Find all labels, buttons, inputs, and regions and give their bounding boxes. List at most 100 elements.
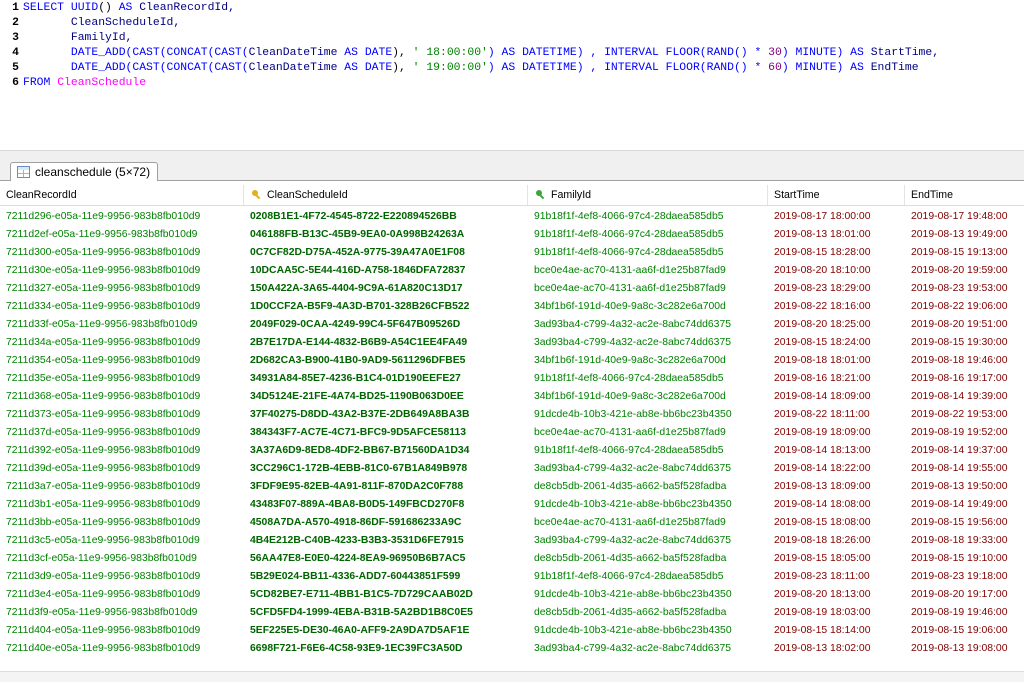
cell-familyid[interactable]: de8cb5db-2061-4d35-a662-ba5f528fadba — [528, 478, 768, 496]
cell-familyid[interactable]: 34bf1b6f-191d-40e9-9a8c-3c282e6a700d — [528, 352, 768, 370]
cell-starttime[interactable]: 2019-08-13 18:09:00 — [768, 478, 905, 496]
cell-cleanscheduleid[interactable]: 2D682CA3-B900-41B0-9AD9-5611296DFBE5 — [244, 352, 528, 370]
tab-cleanschedule-result[interactable]: cleanschedule (5×72) — [10, 162, 158, 181]
cell-cleanscheduleid[interactable]: 34D5124E-21FE-4A74-BD25-1190B063D0EE — [244, 388, 528, 406]
table-row[interactable]: 7211d368-e05a-11e9-9956-983b8fb010d9 34D5… — [0, 388, 1024, 406]
column-header-endtime[interactable]: EndTime — [905, 185, 1024, 205]
cell-familyid[interactable]: 91dcde4b-10b3-421e-ab8e-bb6bc23b4350 — [528, 406, 768, 424]
cell-cleanrecordid[interactable]: 7211d39d-e05a-11e9-9956-983b8fb010d9 — [0, 460, 244, 478]
cell-starttime[interactable]: 2019-08-23 18:11:00 — [768, 568, 905, 586]
table-row[interactable]: 7211d2ef-e05a-11e9-9956-983b8fb010d9 0461… — [0, 226, 1024, 244]
cell-starttime[interactable]: 2019-08-20 18:13:00 — [768, 586, 905, 604]
cell-cleanscheduleid[interactable]: 4508A7DA-A570-4918-86DF-591686233A9C — [244, 514, 528, 532]
cell-endtime[interactable]: 2019-08-14 19:55:00 — [905, 460, 1024, 478]
cell-familyid[interactable]: 91b18f1f-4ef8-4066-97c4-28daea585db5 — [528, 442, 768, 460]
cell-endtime[interactable]: 2019-08-20 19:17:00 — [905, 586, 1024, 604]
cell-starttime[interactable]: 2019-08-15 18:28:00 — [768, 244, 905, 262]
cell-cleanrecordid[interactable]: 7211d3cf-e05a-11e9-9956-983b8fb010d9 — [0, 550, 244, 568]
cell-cleanscheduleid[interactable]: 2049F029-0CAA-4249-99C4-5F647B09526D — [244, 316, 528, 334]
cell-cleanrecordid[interactable]: 7211d392-e05a-11e9-9956-983b8fb010d9 — [0, 442, 244, 460]
cell-cleanrecordid[interactable]: 7211d354-e05a-11e9-9956-983b8fb010d9 — [0, 352, 244, 370]
table-row[interactable]: 7211d3b1-e05a-11e9-9956-983b8fb010d9 4348… — [0, 496, 1024, 514]
cell-familyid[interactable]: 3ad93ba4-c799-4a32-ac2e-8abc74dd6375 — [528, 460, 768, 478]
grid-bottom-scrollbar[interactable] — [0, 671, 1024, 682]
cell-starttime[interactable]: 2019-08-13 18:02:00 — [768, 640, 905, 658]
cell-cleanrecordid[interactable]: 7211d35e-e05a-11e9-9956-983b8fb010d9 — [0, 370, 244, 388]
cell-cleanscheduleid[interactable]: 43483F07-889A-4BA8-B0D5-149FBCD270F8 — [244, 496, 528, 514]
cell-cleanscheduleid[interactable]: 3A37A6D9-8ED8-4DF2-BB67-B71560DA1D34 — [244, 442, 528, 460]
cell-familyid[interactable]: 91dcde4b-10b3-421e-ab8e-bb6bc23b4350 — [528, 622, 768, 640]
table-row[interactable]: 7211d33f-e05a-11e9-9956-983b8fb010d9 2049… — [0, 316, 1024, 334]
table-row[interactable]: 7211d3a7-e05a-11e9-9956-983b8fb010d9 3FDF… — [0, 478, 1024, 496]
cell-endtime[interactable]: 2019-08-13 19:50:00 — [905, 478, 1024, 496]
cell-familyid[interactable]: 3ad93ba4-c799-4a32-ac2e-8abc74dd6375 — [528, 532, 768, 550]
cell-familyid[interactable]: 91dcde4b-10b3-421e-ab8e-bb6bc23b4350 — [528, 586, 768, 604]
cell-starttime[interactable]: 2019-08-19 18:03:00 — [768, 604, 905, 622]
cell-endtime[interactable]: 2019-08-15 19:13:00 — [905, 244, 1024, 262]
cell-familyid[interactable]: bce0e4ae-ac70-4131-aa6f-d1e25b87fad9 — [528, 280, 768, 298]
sql-editor[interactable]: 1 SELECT UUID() AS CleanRecordId, 2 Clean… — [0, 0, 1024, 150]
cell-familyid[interactable]: 3ad93ba4-c799-4a32-ac2e-8abc74dd6375 — [528, 334, 768, 352]
cell-cleanscheduleid[interactable]: 5B29E024-BB11-4336-ADD7-60443851F599 — [244, 568, 528, 586]
cell-cleanrecordid[interactable]: 7211d3bb-e05a-11e9-9956-983b8fb010d9 — [0, 514, 244, 532]
cell-familyid[interactable]: 3ad93ba4-c799-4a32-ac2e-8abc74dd6375 — [528, 640, 768, 658]
cell-familyid[interactable]: bce0e4ae-ac70-4131-aa6f-d1e25b87fad9 — [528, 424, 768, 442]
cell-starttime[interactable]: 2019-08-15 18:08:00 — [768, 514, 905, 532]
cell-starttime[interactable]: 2019-08-14 18:09:00 — [768, 388, 905, 406]
table-row[interactable]: 7211d35e-e05a-11e9-9956-983b8fb010d9 3493… — [0, 370, 1024, 388]
cell-cleanscheduleid[interactable]: 5CFD5FD4-1999-4EBA-B31B-5A2BD1B8C0E5 — [244, 604, 528, 622]
cell-endtime[interactable]: 2019-08-15 19:06:00 — [905, 622, 1024, 640]
cell-starttime[interactable]: 2019-08-14 18:22:00 — [768, 460, 905, 478]
cell-cleanscheduleid[interactable]: 0C7CF82D-D75A-452A-9775-39A47A0E1F08 — [244, 244, 528, 262]
cell-cleanrecordid[interactable]: 7211d327-e05a-11e9-9956-983b8fb010d9 — [0, 280, 244, 298]
cell-cleanscheduleid[interactable]: 10DCAA5C-5E44-416D-A758-1846DFA72837 — [244, 262, 528, 280]
cell-cleanscheduleid[interactable]: 56AA47E8-E0E0-4224-8EA9-96950B6B7AC5 — [244, 550, 528, 568]
table-row[interactable]: 7211d296-e05a-11e9-9956-983b8fb010d9 0208… — [0, 208, 1024, 226]
cell-familyid[interactable]: 91dcde4b-10b3-421e-ab8e-bb6bc23b4350 — [528, 496, 768, 514]
cell-cleanrecordid[interactable]: 7211d3c5-e05a-11e9-9956-983b8fb010d9 — [0, 532, 244, 550]
cell-familyid[interactable]: 34bf1b6f-191d-40e9-9a8c-3c282e6a700d — [528, 298, 768, 316]
cell-cleanscheduleid[interactable]: 3FDF9E95-82EB-4A91-811F-870DA2C0F788 — [244, 478, 528, 496]
table-row[interactable]: 7211d334-e05a-11e9-9956-983b8fb010d9 1D0C… — [0, 298, 1024, 316]
cell-starttime[interactable]: 2019-08-13 18:01:00 — [768, 226, 905, 244]
cell-cleanrecordid[interactable]: 7211d296-e05a-11e9-9956-983b8fb010d9 — [0, 208, 244, 226]
cell-endtime[interactable]: 2019-08-14 19:39:00 — [905, 388, 1024, 406]
cell-familyid[interactable]: 91b18f1f-4ef8-4066-97c4-28daea585db5 — [528, 226, 768, 244]
cell-cleanscheduleid[interactable]: 2B7E17DA-E144-4832-B6B9-A54C1EE4FA49 — [244, 334, 528, 352]
table-row[interactable]: 7211d392-e05a-11e9-9956-983b8fb010d9 3A37… — [0, 442, 1024, 460]
cell-endtime[interactable]: 2019-08-20 19:51:00 — [905, 316, 1024, 334]
cell-starttime[interactable]: 2019-08-19 18:09:00 — [768, 424, 905, 442]
cell-endtime[interactable]: 2019-08-15 19:10:00 — [905, 550, 1024, 568]
cell-cleanscheduleid[interactable]: 384343F7-AC7E-4C71-BFC9-9D5AFCE58113 — [244, 424, 528, 442]
table-row[interactable]: 7211d327-e05a-11e9-9956-983b8fb010d9 150A… — [0, 280, 1024, 298]
cell-cleanscheduleid[interactable]: 0208B1E1-4F72-4545-8722-E220894526BB — [244, 208, 528, 226]
cell-endtime[interactable]: 2019-08-22 19:53:00 — [905, 406, 1024, 424]
table-row[interactable]: 7211d354-e05a-11e9-9956-983b8fb010d9 2D68… — [0, 352, 1024, 370]
table-row[interactable]: 7211d3e4-e05a-11e9-9956-983b8fb010d9 5CD8… — [0, 586, 1024, 604]
table-row[interactable]: 7211d404-e05a-11e9-9956-983b8fb010d9 5EF2… — [0, 622, 1024, 640]
cell-starttime[interactable]: 2019-08-15 18:24:00 — [768, 334, 905, 352]
cell-starttime[interactable]: 2019-08-15 18:14:00 — [768, 622, 905, 640]
cell-cleanrecordid[interactable]: 7211d3a7-e05a-11e9-9956-983b8fb010d9 — [0, 478, 244, 496]
cell-endtime[interactable]: 2019-08-19 19:52:00 — [905, 424, 1024, 442]
result-grid[interactable]: CleanRecordId CleanScheduleId FamilyId S… — [0, 181, 1024, 671]
cell-cleanrecordid[interactable]: 7211d368-e05a-11e9-9956-983b8fb010d9 — [0, 388, 244, 406]
table-row[interactable]: 7211d3d9-e05a-11e9-9956-983b8fb010d9 5B29… — [0, 568, 1024, 586]
cell-endtime[interactable]: 2019-08-22 19:06:00 — [905, 298, 1024, 316]
cell-cleanscheduleid[interactable]: 3CC296C1-172B-4EBB-81C0-67B1A849B978 — [244, 460, 528, 478]
cell-cleanrecordid[interactable]: 7211d34a-e05a-11e9-9956-983b8fb010d9 — [0, 334, 244, 352]
cell-cleanscheduleid[interactable]: 5CD82BE7-E711-4BB1-B1C5-7D729CAAB02D — [244, 586, 528, 604]
table-row[interactable]: 7211d3cf-e05a-11e9-9956-983b8fb010d9 56AA… — [0, 550, 1024, 568]
cell-endtime[interactable]: 2019-08-19 19:46:00 — [905, 604, 1024, 622]
cell-cleanrecordid[interactable]: 7211d373-e05a-11e9-9956-983b8fb010d9 — [0, 406, 244, 424]
table-row[interactable]: 7211d39d-e05a-11e9-9956-983b8fb010d9 3CC2… — [0, 460, 1024, 478]
cell-cleanrecordid[interactable]: 7211d3d9-e05a-11e9-9956-983b8fb010d9 — [0, 568, 244, 586]
column-header-familyid[interactable]: FamilyId — [528, 185, 768, 205]
cell-starttime[interactable]: 2019-08-14 18:13:00 — [768, 442, 905, 460]
table-row[interactable]: 7211d300-e05a-11e9-9956-983b8fb010d9 0C7C… — [0, 244, 1024, 262]
cell-cleanrecordid[interactable]: 7211d37d-e05a-11e9-9956-983b8fb010d9 — [0, 424, 244, 442]
cell-starttime[interactable]: 2019-08-20 18:25:00 — [768, 316, 905, 334]
cell-starttime[interactable]: 2019-08-18 18:26:00 — [768, 532, 905, 550]
cell-cleanrecordid[interactable]: 7211d2ef-e05a-11e9-9956-983b8fb010d9 — [0, 226, 244, 244]
cell-endtime[interactable]: 2019-08-14 19:49:00 — [905, 496, 1024, 514]
